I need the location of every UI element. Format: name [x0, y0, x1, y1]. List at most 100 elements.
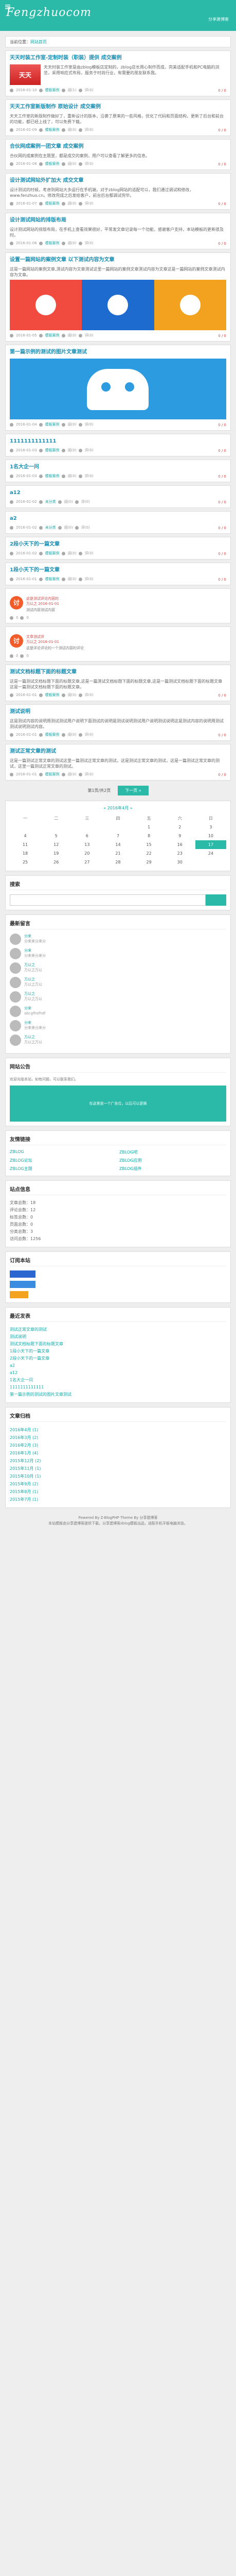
vote-count[interactable]: 0 / 0	[218, 474, 226, 479]
comments-count[interactable]: 评(0)	[85, 127, 94, 132]
post-title[interactable]: 1名大企一问	[10, 464, 226, 470]
comments-count[interactable]: 评(0)	[85, 577, 94, 582]
comments-count[interactable]: 评(0)	[85, 732, 94, 737]
vote-count[interactable]: 0 / 0	[218, 242, 226, 246]
calendar-day[interactable]: 9	[165, 832, 195, 840]
recent-comment-item[interactable]: 万以之 万以之万以	[10, 1035, 226, 1046]
post-thumbnail[interactable]: 天天	[10, 64, 41, 85]
category-link[interactable]: 模板案例	[45, 241, 60, 246]
avatar[interactable]: 讨	[10, 596, 23, 609]
vote-count[interactable]: 0 / 0	[218, 89, 226, 93]
recent-comment-author[interactable]: 分来	[24, 948, 46, 953]
post-title[interactable]: 测试正常文章的测试	[10, 749, 226, 755]
post-title[interactable]: a12	[10, 490, 226, 496]
vote-count[interactable]: 0 / 0	[218, 334, 226, 338]
comment-author[interactable]: 文章测试评	[26, 634, 84, 639]
comments-count[interactable]: 评(0)	[85, 692, 94, 698]
archive-link[interactable]: 2016年4月 (1)	[10, 1426, 226, 1434]
vote-count[interactable]: 0 / 0	[218, 449, 226, 453]
archive-link[interactable]: 2016年1月 (4)	[10, 1449, 226, 1457]
archive-link[interactable]: 2015年8月 (1)	[10, 1488, 226, 1496]
comments-count[interactable]: 评(0)	[85, 473, 94, 479]
comments-count[interactable]: 评(0)	[85, 422, 94, 427]
calendar-day[interactable]: 22	[134, 849, 165, 858]
recent-comment-author[interactable]: 分来	[24, 1020, 46, 1025]
comments-count[interactable]: 评(0)	[85, 448, 94, 453]
calendar-day[interactable]: 5	[41, 832, 71, 840]
post-title[interactable]: 天天时装工作室-定制时装（职装）提供 成交案例	[10, 55, 226, 61]
post-title[interactable]: 测试说明	[10, 709, 226, 715]
calendar-day[interactable]: 15	[134, 840, 165, 849]
category-link[interactable]: 模板案例	[45, 551, 60, 556]
search-input[interactable]	[10, 894, 206, 906]
category-link[interactable]: 模板案例	[45, 127, 60, 132]
vote-count[interactable]: 0 / 0	[218, 693, 226, 698]
next-page-button[interactable]: 下一页 »	[118, 786, 149, 795]
recent-post-link[interactable]: 2段小天下的一篇文章	[10, 1355, 226, 1362]
recent-comment-author[interactable]: 万以之	[24, 1035, 42, 1040]
reply-icon[interactable]	[20, 616, 24, 620]
site-logo[interactable]: Fengzhuocom	[6, 6, 92, 19]
calendar-day[interactable]: 18	[10, 849, 41, 858]
recent-post-link[interactable]: 1名大企一问	[10, 1377, 226, 1384]
recent-comment-author[interactable]: 分来	[24, 1006, 45, 1011]
calendar-day[interactable]: 21	[102, 849, 133, 858]
friend-link[interactable]: ZBLOG吧	[119, 1149, 226, 1155]
post-title[interactable]: 第一篇示例的测试的图片文章测试	[10, 349, 226, 355]
calendar-day[interactable]: 29	[134, 858, 165, 867]
vote-count[interactable]: 0 / 0	[218, 500, 226, 504]
calendar-day[interactable]: 30	[165, 858, 195, 867]
recent-comment-item[interactable]: 万以之 万以之万以	[10, 977, 226, 988]
comments-count[interactable]: 评(0)	[85, 161, 94, 166]
calendar-day[interactable]: 12	[41, 840, 71, 849]
category-link[interactable]: 模板案例	[45, 732, 60, 737]
calendar-day[interactable]: 24	[195, 849, 226, 858]
post-image[interactable]	[10, 359, 226, 419]
comments-count[interactable]: 评(0)	[85, 88, 94, 93]
post-title[interactable]: 设计测试网站外扩加大 成交文章	[10, 178, 226, 184]
post-title[interactable]: 测试文档标题下面的标题文章	[10, 669, 226, 675]
recent-post-link[interactable]: a2	[10, 1362, 226, 1369]
vote-count[interactable]: 0 / 0	[218, 733, 226, 737]
category-link[interactable]: 模板案例	[45, 161, 60, 166]
archive-link[interactable]: 2015年7月 (1)	[10, 1496, 226, 1503]
calendar-day[interactable]: 6	[71, 832, 102, 840]
comments-count[interactable]: 评(0)	[85, 551, 94, 556]
subscribe-button-1[interactable]	[10, 1270, 35, 1278]
category-link[interactable]: 模板案例	[45, 692, 60, 698]
calendar-day[interactable]: 28	[102, 858, 133, 867]
recent-comment-item[interactable]: 分来 分来来分来分	[10, 1020, 226, 1031]
calendar-day[interactable]: 8	[134, 832, 165, 840]
recent-comment-author[interactable]: 万以之	[24, 962, 42, 968]
like-icon[interactable]	[10, 654, 13, 658]
recent-comment-author[interactable]: 万以之	[24, 977, 42, 982]
post-image[interactable]	[10, 280, 226, 330]
category-link[interactable]: 模板案例	[45, 772, 60, 777]
recent-comment-item[interactable]: 万以之 万以之万以	[10, 962, 226, 974]
like-icon[interactable]	[10, 616, 13, 620]
calendar-day[interactable]: 13	[71, 840, 102, 849]
calendar-day[interactable]: 4	[10, 832, 41, 840]
recent-comment-item[interactable]: 分来 abcgfhsfhdf	[10, 1006, 226, 1017]
friend-link[interactable]: ZBLOG主题	[10, 1166, 117, 1172]
calendar-day[interactable]: 19	[41, 849, 71, 858]
rss-button[interactable]	[10, 1291, 28, 1298]
calendar-title[interactable]: « 2016年4月 »	[10, 805, 226, 811]
subscribe-button-2[interactable]	[10, 1281, 35, 1288]
calendar-day[interactable]: 17	[195, 840, 226, 849]
archive-link[interactable]: 2015年9月 (2)	[10, 1480, 226, 1488]
calendar-day[interactable]: 20	[71, 849, 102, 858]
category-link[interactable]: 模板案例	[45, 333, 60, 338]
archive-link[interactable]: 2016年2月 (3)	[10, 1442, 226, 1449]
vote-count[interactable]: 0 / 0	[218, 423, 226, 427]
calendar-day[interactable]: 10	[195, 832, 226, 840]
comments-count[interactable]: 评(0)	[85, 201, 94, 206]
recent-post-link[interactable]: 第一篇示例的测试的图片文章测试	[10, 1391, 226, 1398]
calendar-day[interactable]: 7	[102, 832, 133, 840]
post-title[interactable]: 2段小天下的一篇文章	[10, 541, 226, 548]
recent-comment-item[interactable]: 分来 分来来分来分	[10, 948, 226, 959]
post-title[interactable]: 设计测试网站的排版布局	[10, 217, 226, 224]
recent-post-link[interactable]: 1段小天下的一篇文章	[10, 1348, 226, 1355]
category-link[interactable]: 模板案例	[45, 473, 60, 479]
calendar-day[interactable]: 16	[165, 840, 195, 849]
